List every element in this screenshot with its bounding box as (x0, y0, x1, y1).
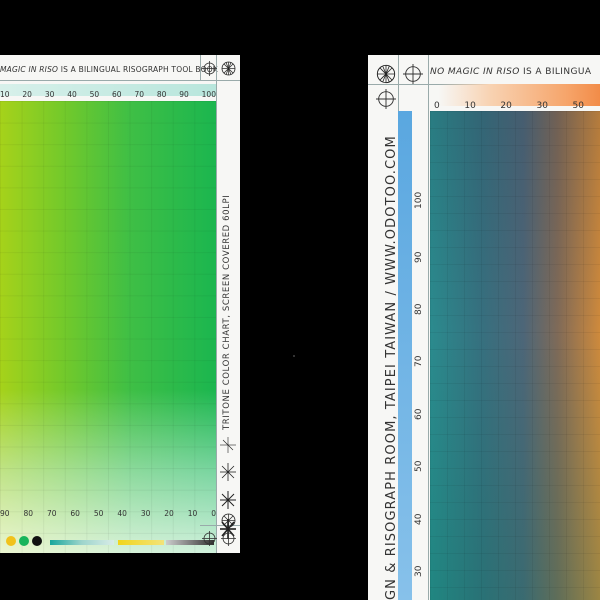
yellow-gradient-bar (118, 540, 164, 545)
left-color-chart-card: MAGIC IN RISO IS A BILINGUAL RISOGRAPH T… (0, 55, 240, 553)
tick: 50 (572, 101, 584, 111)
green-yellow-gradient-grid (0, 101, 216, 553)
dust-speck (293, 355, 295, 357)
crosshair-registration-icon (376, 89, 396, 109)
tick: 80 (23, 509, 34, 518)
tick: 100 (201, 90, 216, 99)
tick: 70 (414, 355, 424, 367)
right-side-caption: GN & RISOGRAPH ROOM, TAIPEI TAIWAN / WWW… (384, 135, 399, 600)
right-top-ticks: 0 10 20 30 50 (434, 101, 584, 111)
yellow-ink-dot (6, 536, 16, 546)
starburst-registration-icon (221, 61, 236, 76)
left-top-ticks: 10 20 30 40 50 60 70 80 90 100 (0, 90, 216, 99)
crosshair-registration-icon (202, 531, 217, 546)
divider (200, 55, 201, 80)
tick: 10 (0, 90, 10, 99)
left-side-caption: TRITONE COLOR CHART, SCREEN COVERED 60LP… (222, 194, 232, 430)
divider (428, 55, 429, 600)
tick: 50 (414, 460, 424, 472)
tick: 30 (140, 509, 151, 518)
left-header-text: MAGIC IN RISO IS A BILINGUAL RISOGRAPH T… (0, 65, 218, 74)
tick: 10 (187, 509, 198, 518)
tick: 40 (117, 509, 127, 518)
tick: 70 (134, 90, 144, 99)
crosshair-registration-icon (202, 61, 217, 76)
tick: 30 (536, 101, 548, 111)
tick: 80 (414, 303, 424, 315)
divider (216, 55, 217, 553)
tick: 20 (22, 90, 32, 99)
tick: 50 (93, 509, 104, 518)
tick: 60 (70, 509, 80, 518)
left-bottom-ticks: 90 80 70 60 50 40 30 20 10 0 (0, 509, 216, 518)
tick: 40 (414, 513, 424, 525)
teal-orange-gradient-grid (430, 111, 600, 600)
teal-gradient-bar (50, 540, 114, 545)
starburst-registration-icon (376, 64, 396, 84)
tick: 30 (44, 90, 55, 99)
tick: 90 (414, 251, 424, 263)
tick: 40 (67, 90, 77, 99)
tick: 10 (464, 101, 476, 111)
tick: 90 (179, 90, 189, 99)
divider (0, 80, 240, 81)
tick: 30 (414, 565, 424, 577)
crosshair-registration-icon (403, 64, 423, 84)
tick: 70 (46, 509, 57, 518)
tick: 100 (414, 191, 424, 209)
green-ink-dot (19, 536, 29, 546)
blue-side-stripe (398, 111, 412, 600)
header-italic: NO MAGIC IN RISO (430, 67, 520, 77)
tick: 60 (112, 90, 122, 99)
ink-swatch-row (0, 535, 216, 549)
tick: 20 (164, 509, 174, 518)
header-italic: MAGIC IN RISO (0, 65, 59, 74)
crosshair-registration-icon (221, 531, 236, 546)
tick: 50 (89, 90, 100, 99)
tick: 20 (500, 101, 512, 111)
right-color-chart-card: NO MAGIC IN RISO IS A BILINGUA 0 10 20 3… (368, 55, 600, 600)
tick: 80 (156, 90, 167, 99)
header-rest: IS A BILINGUA (519, 67, 592, 77)
right-header-text: NO MAGIC IN RISO IS A BILINGUA (430, 67, 591, 77)
tick: 90 (0, 509, 10, 518)
tick: 60 (414, 408, 424, 420)
starburst-registration-icon (221, 513, 236, 528)
black-ink-dot (32, 536, 42, 546)
tick: 0 (434, 101, 440, 111)
header-rest: IS A BILINGUAL RISOGRAPH TOOL BOOK (58, 65, 218, 74)
right-y-ticks: 100 90 80 70 60 50 40 30 20 (414, 115, 428, 595)
